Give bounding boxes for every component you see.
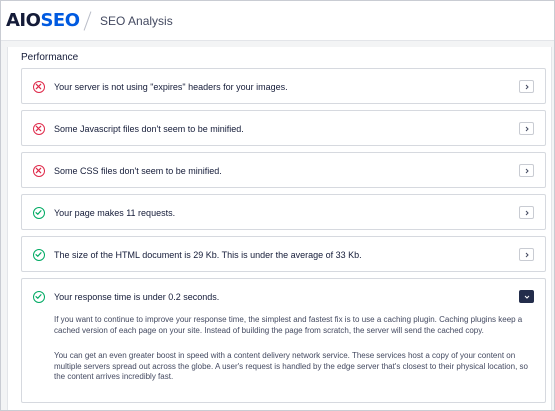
check-item-label: Your server is not using "expires" heade… [54, 82, 288, 92]
aioseo-logo[interactable]: AIOSEO [6, 10, 80, 32]
check-item-label: Your page makes 11 requests. [54, 208, 176, 218]
x-circle-icon [33, 165, 45, 177]
check-item-css-minified[interactable]: Some CSS files don't seem to be minified… [21, 152, 546, 188]
chevron-down-icon [524, 295, 530, 299]
check-circle-icon [33, 291, 45, 303]
page-title: SEO Analysis [100, 14, 173, 28]
expand-toggle-button[interactable] [519, 164, 534, 177]
chevron-right-icon [525, 210, 529, 216]
check-item-response-time[interactable]: Your response time is under 0.2 seconds.… [21, 278, 546, 403]
check-item-label: Some Javascript files don't seem to be m… [54, 124, 244, 134]
expand-toggle-button[interactable] [519, 248, 534, 261]
check-item-html-size[interactable]: The size of the HTML document is 29 Kb. … [21, 236, 546, 272]
check-circle-icon [33, 249, 45, 261]
detail-paragraph: If you want to continue to improve your … [54, 315, 523, 335]
app-window: AIOSEO SEO Analysis Performance Your ser… [0, 0, 555, 411]
logo-seo-text: SEO [40, 10, 80, 31]
chevron-right-icon [525, 126, 529, 132]
collapse-toggle-button[interactable] [519, 290, 534, 303]
detail-paragraph: You can get an even greater boost in spe… [54, 351, 528, 381]
section-title: Performance [21, 52, 79, 63]
check-item-requests[interactable]: Your page makes 11 requests. [21, 194, 546, 230]
x-circle-icon [33, 81, 45, 93]
x-circle-icon [33, 123, 45, 135]
chevron-right-icon [525, 252, 529, 258]
expand-toggle-button[interactable] [519, 80, 534, 93]
check-item-label: Some CSS files don't seem to be minified… [54, 166, 222, 176]
header-divider [83, 11, 92, 31]
check-circle-icon [33, 207, 45, 219]
expand-toggle-button[interactable] [519, 122, 534, 135]
chevron-right-icon [525, 84, 529, 90]
chevron-right-icon [525, 168, 529, 174]
performance-panel: Performance Your server is not using "ex… [7, 47, 552, 410]
check-item-js-minified[interactable]: Some Javascript files don't seem to be m… [21, 110, 546, 146]
check-item-label: The size of the HTML document is 29 Kb. … [54, 250, 362, 260]
header: AIOSEO SEO Analysis [1, 1, 554, 41]
logo-aio-text: AIO [6, 10, 41, 31]
check-item-label: Your response time is under 0.2 seconds. [54, 292, 220, 302]
check-item-expires-headers[interactable]: Your server is not using "expires" heade… [21, 68, 546, 104]
expand-toggle-button[interactable] [519, 206, 534, 219]
